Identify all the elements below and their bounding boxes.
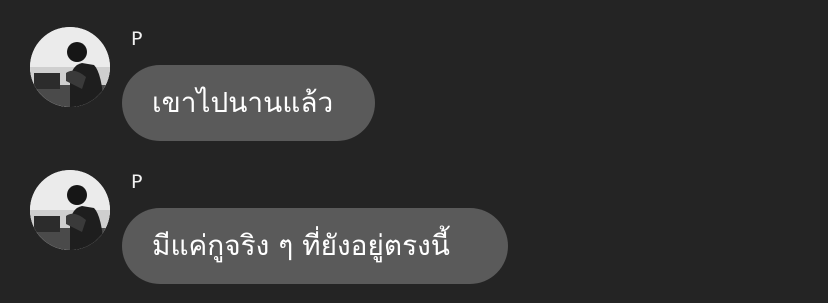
sender-name: P: [131, 171, 143, 193]
chat-thread: P เขาไปนานแล้ว P มีแค่กูจริง ๆ ที่ยังอยู…: [0, 0, 828, 303]
message-bubble[interactable]: เขาไปนานแล้ว: [122, 65, 375, 141]
avatar-photo-icon: [30, 170, 110, 250]
avatar-photo-icon: [30, 27, 110, 107]
avatar[interactable]: [30, 27, 110, 107]
avatar[interactable]: [30, 170, 110, 250]
message-bubble[interactable]: มีแค่กูจริง ๆ ที่ยังอยู่ตรงนี้: [122, 208, 508, 284]
message-row: P เขาไปนานแล้ว: [0, 0, 828, 141]
message-row: P มีแค่กูจริง ๆ ที่ยังอยู่ตรงนี้: [0, 143, 828, 284]
sender-name: P: [131, 28, 143, 50]
